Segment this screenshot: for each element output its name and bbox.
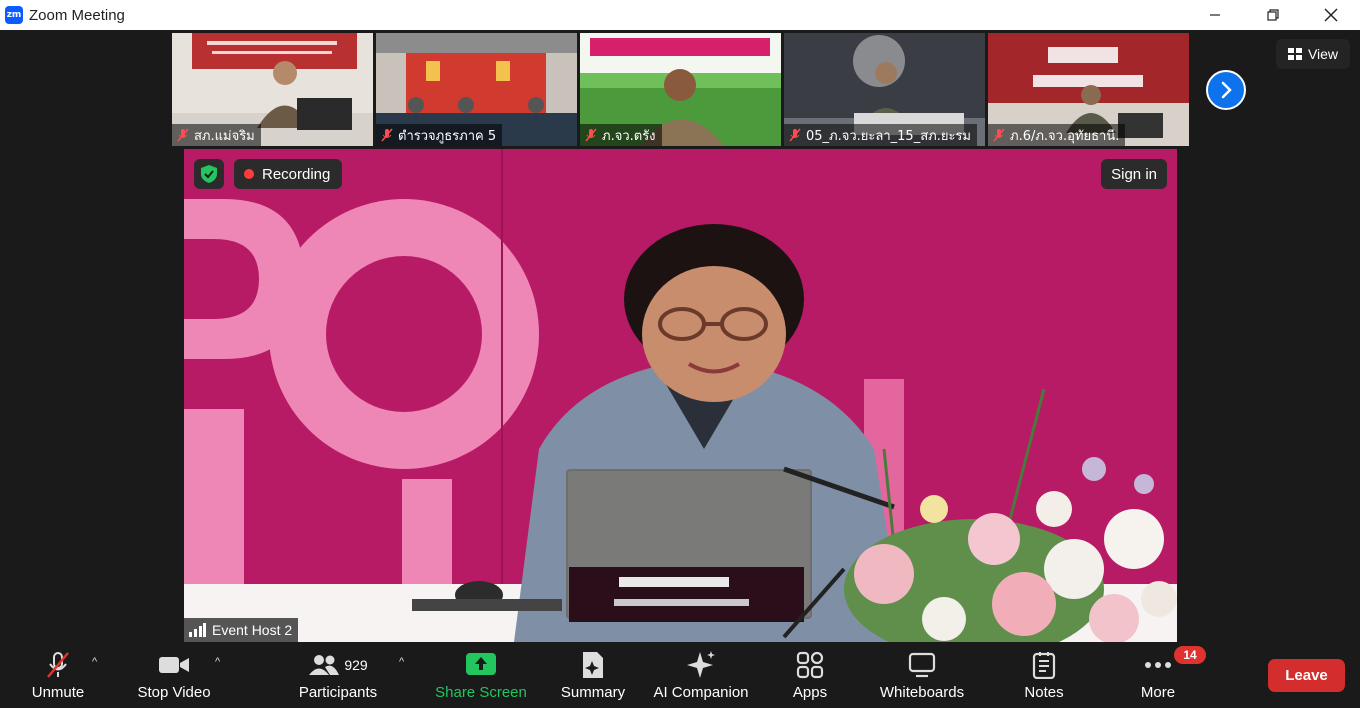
minimize-button[interactable] <box>1186 0 1244 30</box>
next-page-button[interactable] <box>1206 70 1246 110</box>
summary-icon <box>580 650 606 680</box>
stop-video-button[interactable]: Stop Video <box>130 642 218 708</box>
sign-in-button[interactable]: Sign in <box>1101 159 1167 189</box>
participants-options-chevron-icon[interactable]: ^ <box>399 656 404 668</box>
close-icon <box>1324 8 1338 22</box>
speaker-video-frame <box>184 149 1177 642</box>
speaker-name-label: Event Host 2 <box>184 618 299 642</box>
participant-thumbnail[interactable]: 05_ภ.จว.ยะลา_15_สภ.ยะรม <box>784 33 985 146</box>
zoom-logo-icon: zm <box>5 6 23 24</box>
signal-strength-icon <box>189 623 206 637</box>
participants-button[interactable]: 929 Participants <box>290 642 386 708</box>
unmute-button[interactable]: Unmute <box>22 642 94 708</box>
minimize-icon <box>1210 14 1220 16</box>
participant-thumbnail-strip: สภ.แม่จริม ตำรวจภูธรภาค 5 ภ.จว.ตรัง 05_ภ… <box>172 33 1189 146</box>
grid-view-icon <box>1287 48 1302 60</box>
whiteboard-icon <box>908 650 936 680</box>
view-button[interactable]: View <box>1276 39 1350 69</box>
thumbnail-label: ภ.จว.ตรัง <box>580 124 662 146</box>
active-speaker-video: Recording Sign in Event Host 2 <box>184 149 1177 642</box>
title-bar: zm Zoom Meeting <box>0 0 1360 30</box>
participants-icon <box>309 655 340 675</box>
close-button[interactable] <box>1302 0 1360 30</box>
share-screen-button[interactable]: Share Screen <box>430 642 532 708</box>
mic-muted-icon <box>789 128 801 142</box>
restore-icon <box>1267 9 1279 21</box>
window-title: Zoom Meeting <box>29 6 125 24</box>
apps-button[interactable]: Apps <box>780 642 840 708</box>
notes-button[interactable]: Notes <box>1012 642 1076 708</box>
security-shield-button[interactable] <box>194 159 224 189</box>
recording-indicator[interactable]: Recording <box>234 159 343 189</box>
mic-muted-icon <box>993 128 1005 142</box>
mic-muted-icon <box>381 128 393 142</box>
shield-check-icon <box>201 165 217 183</box>
video-camera-icon <box>158 650 190 680</box>
participant-thumbnail[interactable]: ภ.จว.ตรัง <box>580 33 781 146</box>
record-dot-icon <box>244 169 254 179</box>
audio-options-chevron-icon[interactable]: ^ <box>92 656 97 668</box>
mic-muted-icon <box>177 128 189 142</box>
thumbnail-label: ตำรวจภูธรภาค 5 <box>376 124 503 146</box>
leave-button[interactable]: Leave <box>1268 659 1345 692</box>
more-dots-icon <box>1144 650 1172 680</box>
mic-muted-icon <box>44 650 72 680</box>
apps-icon <box>796 650 824 680</box>
summary-button[interactable]: Summary <box>553 642 633 708</box>
participant-thumbnail[interactable]: ตำรวจภูธรภาค 5 <box>376 33 577 146</box>
mic-muted-icon <box>585 128 597 142</box>
ai-companion-button[interactable]: AI Companion <box>648 642 754 708</box>
whiteboards-button[interactable]: Whiteboards <box>870 642 974 708</box>
participant-thumbnail[interactable]: ภ.6/ภ.จว.อุทัยธานี. <box>988 33 1189 146</box>
thumbnail-label: สภ.แม่จริม <box>172 124 261 146</box>
participant-thumbnail[interactable]: สภ.แม่จริม <box>172 33 373 146</box>
thumbnail-label: ภ.6/ภ.จว.อุทัยธานี. <box>988 124 1126 146</box>
chevron-right-icon <box>1221 81 1232 99</box>
video-options-chevron-icon[interactable]: ^ <box>215 656 220 668</box>
restore-button[interactable] <box>1244 0 1302 30</box>
meeting-toolbar: Unmute ^ Stop Video ^ 929 Participants ^… <box>0 642 1360 708</box>
notes-icon <box>1032 650 1056 680</box>
share-screen-icon <box>466 650 496 680</box>
participants-count: 929 <box>344 657 368 673</box>
sparkle-icon <box>686 650 716 680</box>
thumbnail-label: 05_ภ.จว.ยะลา_15_สภ.ยะรม <box>784 124 977 146</box>
window-controls <box>1186 0 1360 30</box>
more-notification-badge: 14 <box>1174 646 1206 664</box>
